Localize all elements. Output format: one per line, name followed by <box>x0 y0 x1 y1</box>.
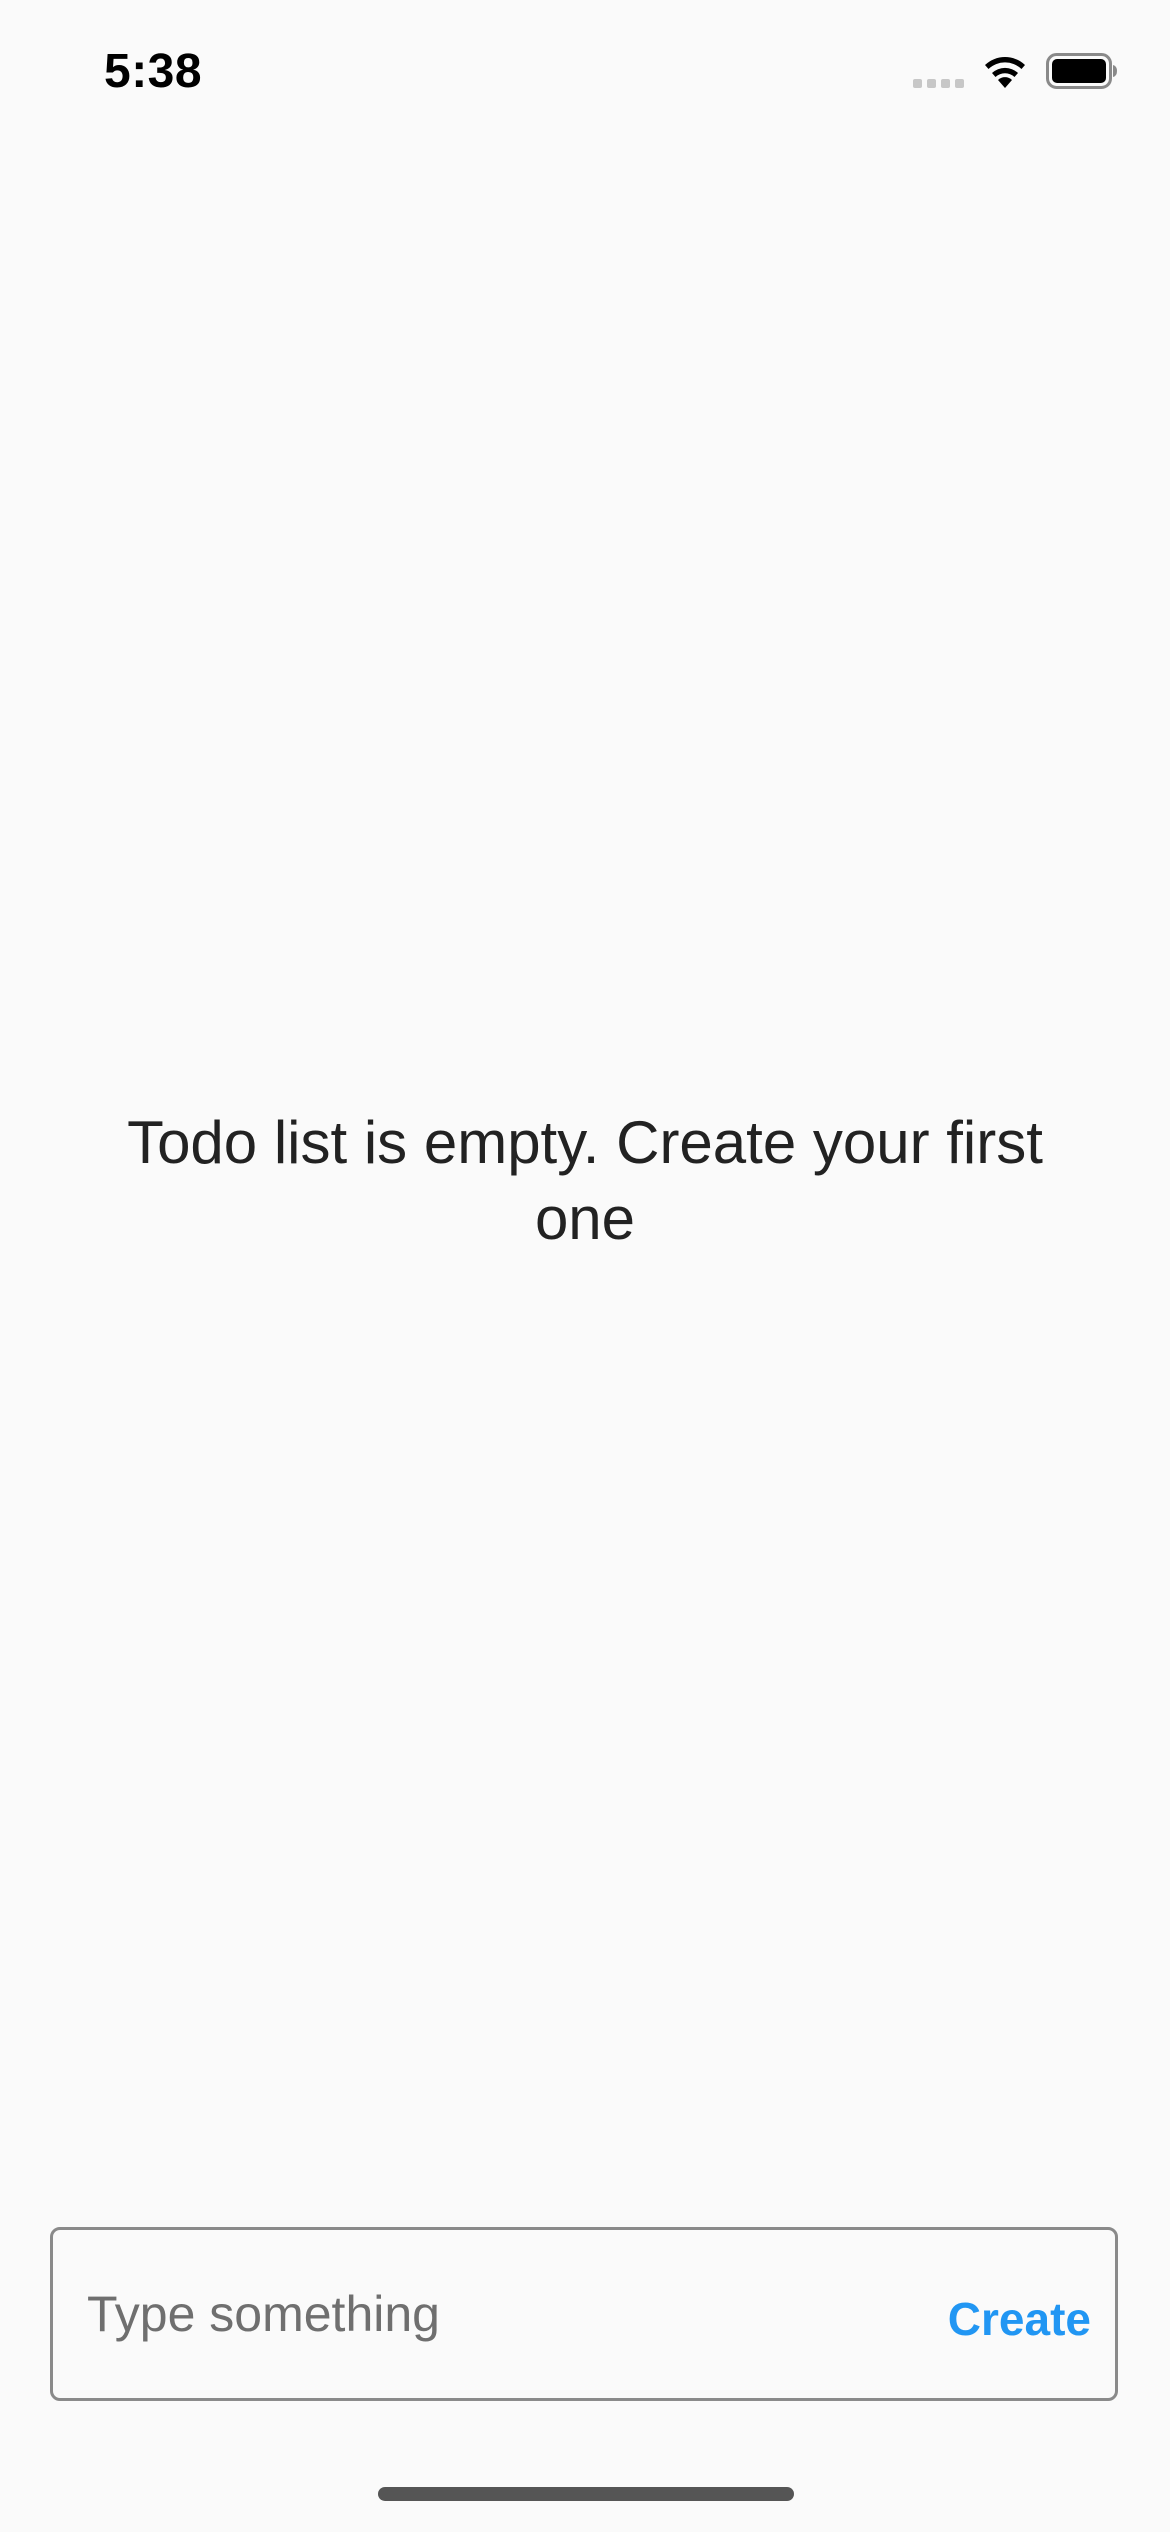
create-button[interactable]: Create <box>924 2282 1115 2346</box>
status-bar: 5:38 <box>0 0 1170 150</box>
battery-icon <box>1046 53 1118 89</box>
cellular-signal-icon <box>913 68 964 88</box>
home-indicator[interactable] <box>378 2487 794 2501</box>
todo-input[interactable] <box>53 2230 924 2398</box>
empty-state-message: Todo list is empty. Create your first on… <box>127 1109 1043 1252</box>
status-icons <box>913 52 1118 90</box>
status-time: 5:38 <box>104 45 203 98</box>
todo-screen: 5:38 Todo list is empty. Create your fir… <box>0 0 1170 2532</box>
todo-composer: Create <box>50 2227 1118 2401</box>
wifi-icon <box>980 52 1030 90</box>
